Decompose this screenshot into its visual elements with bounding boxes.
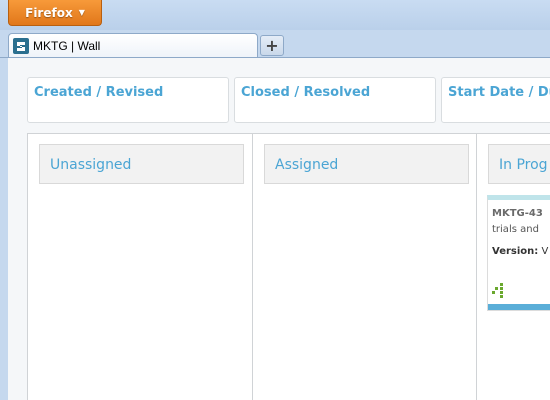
lane-header: Unassigned [39,144,244,184]
filter-closed-resolved[interactable]: Closed / Resolved [234,77,436,123]
lane-unassigned: Unassigned [28,134,253,400]
wall-board: Created / Revised Closed / Resolved Star… [8,58,550,400]
filter-label: Start Date / Du [448,85,550,100]
filter-start-date[interactable]: Start Date / Du [441,77,550,123]
lane-assigned: Assigned [253,134,477,400]
tab-title: MKTG | Wall [33,39,101,53]
issue-summary: trials and [492,224,539,235]
issue-version: Version: V [492,246,548,257]
firefox-menu-label: Firefox [25,5,73,20]
lane-header: In Prog [488,144,550,184]
plus-icon: + [265,36,279,55]
site-favicon-icon [13,38,29,54]
lane-in-progress: In Prog MKTG-43 trials and Version: V [477,134,550,400]
issue-card[interactable]: MKTG-43 trials and Version: V [487,195,550,311]
version-label: Version: [492,246,539,257]
lane-title: Unassigned [50,157,132,173]
lane-title: In Prog [499,157,548,173]
filter-created-revised[interactable]: Created / Revised [27,77,229,123]
filter-label: Created / Revised [34,85,164,100]
drag-handle-icon[interactable] [492,282,508,298]
swimlanes: Unassigned Assigned In Prog MKTG-43 tria… [27,133,550,400]
issue-status-bar [488,304,550,310]
tab-mktg-wall[interactable]: MKTG | Wall [8,33,258,58]
firefox-menu-button[interactable]: Firefox ▼ [8,0,102,26]
tab-strip: MKTG | Wall + [0,30,550,58]
filter-label: Closed / Resolved [241,85,371,100]
version-value: V [541,246,549,257]
page-content: Created / Revised Closed / Resolved Star… [8,58,550,400]
new-tab-button[interactable]: + [260,35,284,56]
browser-titlebar: Firefox ▼ [0,0,550,30]
issue-key[interactable]: MKTG-43 [492,208,543,219]
lane-header: Assigned [264,144,469,184]
dropdown-caret-icon: ▼ [78,8,85,17]
lane-title: Assigned [275,157,339,173]
